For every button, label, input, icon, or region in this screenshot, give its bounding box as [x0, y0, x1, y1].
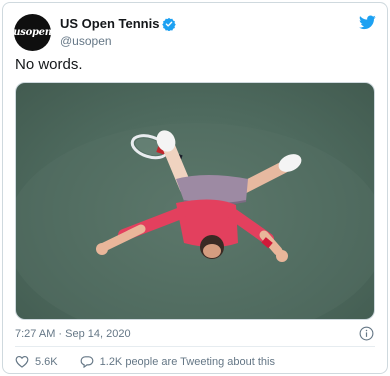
divider: [15, 346, 375, 347]
author-handle[interactable]: @usopen: [60, 34, 112, 48]
reply-icon[interactable]: [80, 355, 94, 368]
author-name-row[interactable]: US Open Tennis: [60, 16, 177, 31]
tweeting-about-text[interactable]: 1.2K people are Tweeting about this: [100, 356, 275, 368]
tweet-text: No words.: [15, 56, 83, 73]
tweet-timestamp[interactable]: 7:27 AM · Sep 14, 2020: [15, 328, 131, 340]
tweet-card[interactable]: usopen US Open Tennis @usopen No words.: [2, 2, 388, 374]
tennis-player-lying-on-court-image: [16, 123, 374, 319]
info-icon[interactable]: [359, 326, 374, 341]
verified-badge-icon: [162, 17, 177, 31]
author-display-name[interactable]: US Open Tennis: [60, 16, 159, 31]
tweet-photo[interactable]: [15, 82, 375, 320]
avatar[interactable]: usopen: [13, 14, 52, 51]
twitter-bird-icon[interactable]: [359, 15, 376, 30]
avatar-logo-text: usopen: [13, 27, 52, 38]
heart-icon[interactable]: [15, 355, 29, 368]
like-count[interactable]: 5.6K: [35, 356, 58, 368]
engagement-bar: 5.6K 1.2K people are Tweeting about this: [15, 355, 275, 368]
